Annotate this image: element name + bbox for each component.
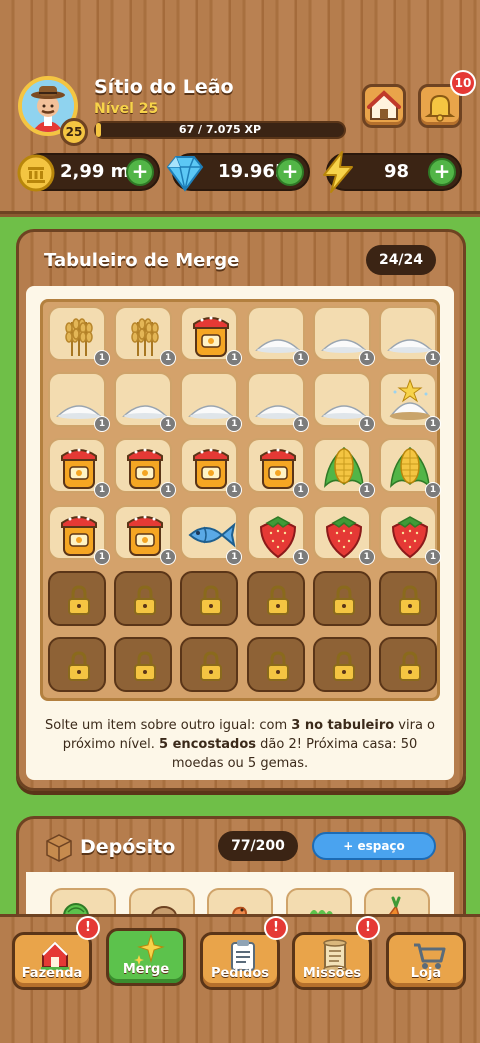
add-coins-button[interactable]: + — [126, 158, 154, 186]
nav-pedidos-button[interactable]: Pedidos — [200, 932, 280, 990]
nav-alert-badge: ! — [264, 916, 288, 940]
notification-count-badge: 10 — [450, 70, 476, 96]
farm-home-button[interactable] — [362, 84, 406, 128]
lock-icon — [134, 651, 157, 681]
level-badge: 25 — [60, 118, 88, 146]
hint-bold-2: 5 encostados — [159, 737, 257, 752]
item-count-badge: 1 — [226, 548, 243, 565]
locked-board-cell[interactable] — [180, 637, 239, 692]
item-count-badge: 1 — [292, 350, 309, 366]
nav-merge-button[interactable]: Merge — [106, 928, 186, 986]
lock-icon — [399, 651, 421, 681]
lock-icon — [134, 585, 157, 615]
nav-label: Loja — [410, 966, 442, 981]
add-space-button[interactable]: + espaço — [312, 832, 436, 860]
nav-label: Fazenda — [21, 966, 83, 981]
locked-board-cell[interactable] — [379, 570, 437, 626]
board-title: Tabuleiro de Merge — [44, 250, 240, 271]
nav-alert-badge: ! — [356, 916, 380, 940]
item-count-badge: 1 — [292, 482, 309, 499]
lock-icon — [399, 585, 421, 615]
item-count-badge: 1 — [160, 548, 177, 565]
nav-missoes-button[interactable]: Missões — [292, 932, 372, 990]
farm-name: Sítio do Leão — [94, 76, 234, 98]
bell-icon — [424, 94, 456, 122]
nav-label: Merge — [122, 962, 170, 977]
hint-part-1: Solte um item sobre outro igual: com — [44, 718, 292, 733]
item-count-badge: 1 — [358, 548, 375, 565]
nav-label: Pedidos — [210, 966, 270, 981]
lock-icon — [200, 651, 223, 681]
house-icon — [367, 90, 401, 120]
lock-icon — [266, 651, 289, 681]
locked-board-cell[interactable] — [312, 637, 371, 692]
locked-board-cell[interactable] — [48, 570, 106, 626]
coins-value: 2,99 mi — [60, 161, 136, 182]
item-count-badge: 1 — [94, 548, 110, 565]
add-energy-button[interactable]: + — [428, 158, 456, 186]
locked-board-cell[interactable] — [312, 570, 371, 626]
nav-alert-badge: ! — [76, 916, 100, 940]
item-count-badge: 1 — [425, 350, 441, 366]
lock-icon — [332, 585, 355, 615]
locked-board-cell[interactable] — [48, 637, 106, 692]
item-count-badge: 1 — [292, 416, 309, 433]
hint-bold-1: 3 no tabuleiro — [291, 718, 395, 733]
deposit-title: Depósito — [80, 836, 176, 858]
level-label: Nível 25 — [94, 101, 159, 117]
locked-board-cell[interactable] — [114, 637, 173, 692]
lock-icon — [200, 585, 223, 615]
locked-board-cell[interactable] — [246, 637, 305, 692]
diamond-icon — [166, 156, 204, 192]
item-count-badge: 1 — [94, 350, 110, 366]
nav-loja-button[interactable]: Loja — [386, 932, 466, 990]
xp-text: 67 / 7.075 XP — [178, 123, 262, 136]
lock-icon — [266, 585, 289, 615]
lock-icon — [68, 651, 90, 681]
nav-fazenda-button[interactable]: Fazenda — [12, 932, 92, 990]
xp-progress-bar: 67 / 7.075 XP — [94, 121, 346, 139]
coin-icon — [17, 154, 55, 192]
lightning-icon — [323, 151, 353, 193]
item-count-badge: 1 — [358, 416, 375, 433]
box-icon — [46, 834, 72, 862]
locked-board-cell[interactable] — [180, 570, 239, 626]
locked-board-cell[interactable] — [379, 637, 437, 692]
locked-board-cell[interactable] — [114, 570, 173, 626]
deposit-capacity: 77/200 — [218, 831, 298, 861]
item-count-badge: 1 — [358, 350, 375, 366]
merge-hint-text: Solte um item sobre outro igual: com 3 n… — [40, 716, 440, 773]
energy-value: 98 — [384, 161, 410, 182]
item-count-badge: 1 — [425, 548, 441, 565]
lock-icon — [68, 585, 90, 615]
add-gems-button[interactable]: + — [276, 158, 304, 186]
lock-icon — [332, 651, 355, 681]
item-count-badge: 1 — [292, 548, 309, 565]
nav-label: Missões — [302, 966, 362, 981]
board-capacity: 24/24 — [366, 245, 436, 275]
locked-board-cell[interactable] — [246, 570, 305, 626]
